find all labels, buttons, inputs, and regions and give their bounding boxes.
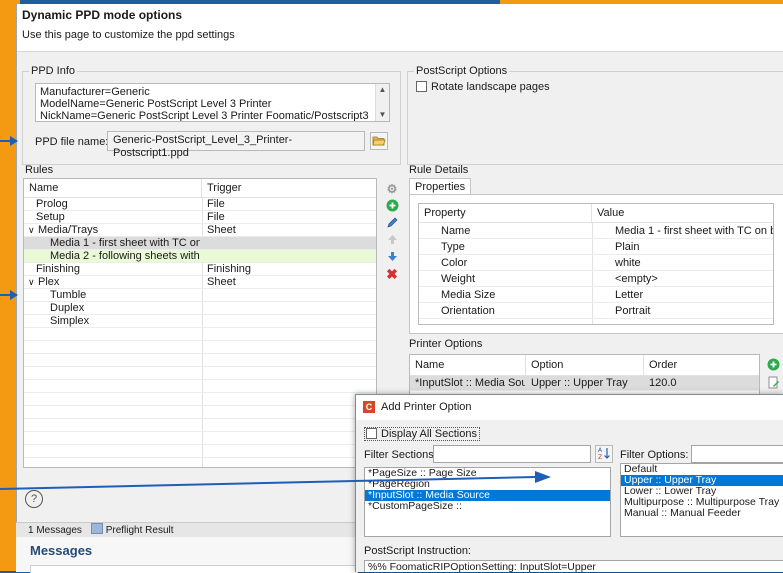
annotation-arrows — [0, 136, 551, 490]
arrow-to-input-slot — [0, 471, 551, 490]
arrow-to-ppd-file — [0, 136, 18, 146]
arrow-to-plex — [0, 290, 18, 300]
